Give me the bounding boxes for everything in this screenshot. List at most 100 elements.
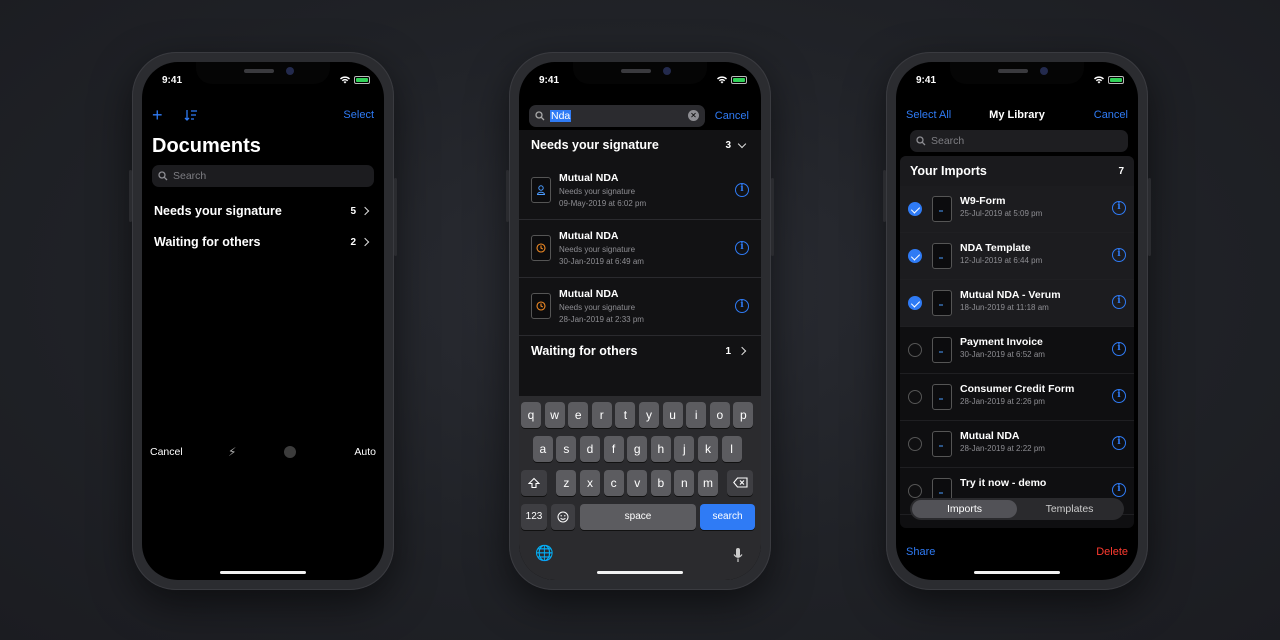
- search-input[interactable]: Search: [910, 130, 1128, 152]
- keyboard-row-1: q w e r t y u i o p: [519, 402, 761, 428]
- add-icon[interactable]: +: [152, 106, 163, 124]
- sort-icon[interactable]: [184, 109, 198, 121]
- key[interactable]: c: [603, 470, 624, 496]
- info-icon[interactable]: i: [1112, 389, 1126, 403]
- key[interactable]: f: [603, 436, 624, 462]
- document-icon: [932, 196, 952, 222]
- camera-auto-button[interactable]: Auto: [354, 446, 376, 458]
- list-item[interactable]: Consumer Credit Form 28-Jan-2019 at 2:26…: [900, 374, 1134, 421]
- list-item[interactable]: Mutual NDA Needs your signature 09-May-2…: [519, 162, 761, 220]
- list-item[interactable]: Mutual NDA Needs your signature 30-Jan-2…: [519, 220, 761, 278]
- info-icon[interactable]: i: [1112, 248, 1126, 262]
- list-item[interactable]: Mutual NDA - Verum 18-Jun-2019 at 11:18 …: [900, 280, 1134, 327]
- list-item[interactable]: Mutual NDA 28-Jan-2019 at 2:22 pm i: [900, 421, 1134, 468]
- info-icon[interactable]: i: [1112, 342, 1126, 356]
- live-photo-icon[interactable]: [284, 446, 296, 458]
- wifi-icon: [717, 76, 727, 84]
- keyboard-row-3: z x c v b n m: [519, 470, 761, 496]
- camera-cancel-button[interactable]: Cancel: [150, 446, 183, 458]
- key[interactable]: q: [521, 402, 541, 428]
- flash-icon[interactable]: ⚡: [228, 445, 236, 459]
- section-needs-signature[interactable]: Needs your signature 5: [154, 201, 370, 221]
- checkmark-icon[interactable]: [908, 202, 922, 216]
- segment-templates[interactable]: Templates: [1017, 500, 1122, 518]
- section-needs-signature[interactable]: Needs your signature 3: [531, 135, 747, 155]
- emoji-key[interactable]: [551, 504, 575, 530]
- search-key[interactable]: search: [700, 504, 755, 530]
- section-count: 3: [725, 139, 731, 151]
- home-indicator: [220, 571, 306, 574]
- key[interactable]: m: [698, 470, 718, 496]
- shift-key[interactable]: [521, 470, 547, 496]
- list-item[interactable]: W9-Form 25-Jul-2019 at 5:09 pm i: [900, 186, 1134, 233]
- share-button[interactable]: Share: [906, 546, 935, 558]
- key[interactable]: i: [686, 402, 707, 428]
- doc-date: 28-Jan-2019 at 2:33 pm: [559, 315, 644, 324]
- doc-title: Payment Invoice: [960, 336, 1043, 348]
- chevron-right-icon: [360, 206, 370, 216]
- key[interactable]: j: [674, 436, 695, 462]
- key[interactable]: n: [674, 470, 695, 496]
- key[interactable]: k: [698, 436, 718, 462]
- key[interactable]: x: [580, 470, 600, 496]
- info-icon[interactable]: i: [1112, 436, 1126, 450]
- key[interactable]: y: [639, 402, 659, 428]
- cancel-button[interactable]: Cancel: [715, 110, 749, 122]
- key[interactable]: u: [662, 402, 683, 428]
- key[interactable]: o: [709, 402, 730, 428]
- info-icon[interactable]: i: [1112, 483, 1126, 497]
- search-screen: 9:41 Nda ✕ Cancel Needs your signature 3: [519, 62, 761, 580]
- backspace-key[interactable]: [727, 470, 753, 496]
- radio-circle-icon[interactable]: [908, 343, 922, 357]
- radio-circle-icon[interactable]: [908, 484, 922, 498]
- key[interactable]: d: [580, 436, 600, 462]
- doc-title: Try it now - demo: [960, 477, 1047, 489]
- info-icon[interactable]: i: [735, 299, 749, 313]
- search-input[interactable]: Nda ✕: [529, 105, 705, 127]
- key[interactable]: p: [733, 402, 754, 428]
- search-input[interactable]: Search: [152, 165, 374, 187]
- radio-circle-icon[interactable]: [908, 390, 922, 404]
- key[interactable]: g: [627, 436, 648, 462]
- cancel-button[interactable]: Cancel: [1094, 109, 1128, 121]
- key[interactable]: e: [568, 402, 589, 428]
- list-item[interactable]: NDA Template 12-Jul-2019 at 6:44 pm i: [900, 233, 1134, 280]
- document-icon: [932, 431, 952, 457]
- key[interactable]: t: [615, 402, 636, 428]
- key[interactable]: v: [627, 470, 648, 496]
- space-key[interactable]: space: [580, 504, 696, 530]
- select-all-button[interactable]: Select All: [906, 109, 951, 121]
- globe-icon[interactable]: 🌐: [535, 544, 554, 562]
- delete-button[interactable]: Delete: [1096, 546, 1128, 558]
- info-icon[interactable]: i: [1112, 295, 1126, 309]
- clear-icon[interactable]: ✕: [688, 110, 699, 121]
- backspace-icon: [732, 477, 748, 488]
- status-time: 9:41: [162, 75, 183, 86]
- info-icon[interactable]: i: [1112, 201, 1126, 215]
- select-button[interactable]: Select: [343, 109, 374, 121]
- list-item[interactable]: Payment Invoice 30-Jan-2019 at 6:52 am i: [900, 327, 1134, 374]
- segment-imports[interactable]: Imports: [912, 500, 1017, 518]
- checkmark-icon[interactable]: [908, 296, 922, 310]
- key[interactable]: z: [556, 470, 577, 496]
- key[interactable]: s: [556, 436, 577, 462]
- radio-circle-icon[interactable]: [908, 437, 922, 451]
- section-waiting-for-others[interactable]: Waiting for others 1: [531, 341, 747, 361]
- key[interactable]: r: [591, 402, 612, 428]
- clock-icon: [531, 235, 551, 261]
- numbers-key[interactable]: 123: [521, 504, 547, 530]
- key[interactable]: h: [650, 436, 671, 462]
- info-icon[interactable]: i: [735, 241, 749, 255]
- list-item[interactable]: Mutual NDA Needs your signature 28-Jan-2…: [519, 278, 761, 336]
- checkmark-icon[interactable]: [908, 249, 922, 263]
- doc-date: 30-Jan-2019 at 6:52 am: [960, 350, 1045, 359]
- key[interactable]: l: [721, 436, 742, 462]
- microphone-icon[interactable]: [733, 547, 743, 563]
- info-icon[interactable]: i: [735, 183, 749, 197]
- document-icon: [932, 243, 952, 269]
- key[interactable]: a: [532, 436, 553, 462]
- section-waiting-for-others[interactable]: Waiting for others 2: [154, 232, 370, 252]
- doc-status: Needs your signature: [559, 187, 636, 196]
- key[interactable]: w: [544, 402, 565, 428]
- key[interactable]: b: [650, 470, 671, 496]
